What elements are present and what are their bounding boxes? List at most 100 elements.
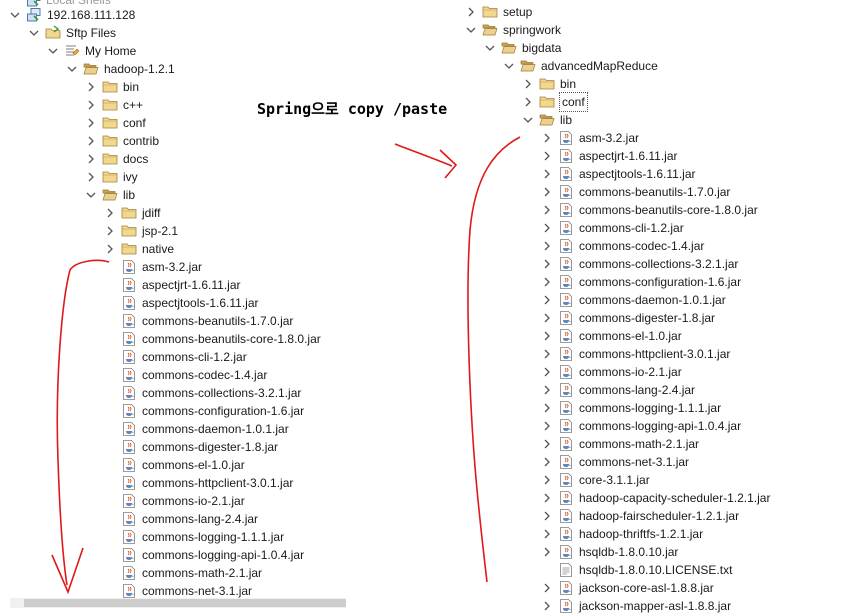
horizontal-scrollbar[interactable]: [10, 598, 346, 608]
chevron-right-icon[interactable]: [540, 255, 554, 273]
tree-item-jar[interactable]: commons-lang-2.4.jar: [463, 381, 854, 399]
tree-item-jar[interactable]: hadoop-fairscheduler-1.2.1.jar: [463, 507, 854, 525]
tree-item-lib[interactable]: lib: [463, 111, 854, 129]
tree-item-jar[interactable]: commons-digester-1.8.jar: [0, 438, 350, 456]
tree-item-jar[interactable]: commons-el-1.0.jar: [0, 456, 350, 474]
chevron-down-icon[interactable]: [46, 42, 60, 60]
tree-item-jar[interactable]: commons-logging-api-1.0.4.jar: [0, 546, 350, 564]
tree-item-folder[interactable]: bin: [0, 78, 350, 96]
tree-item-folder[interactable]: contrib: [0, 132, 350, 150]
chevron-right-icon[interactable]: [540, 381, 554, 399]
tree-item-jar[interactable]: hsqldb-1.8.0.10.jar: [463, 543, 854, 561]
tree-item-folder[interactable]: docs: [0, 150, 350, 168]
chevron-right-icon[interactable]: [540, 129, 554, 147]
tree-item-jar[interactable]: commons-beanutils-core-1.8.0.jar: [0, 330, 350, 348]
chevron-right-icon[interactable]: [540, 489, 554, 507]
chevron-right-icon[interactable]: [540, 201, 554, 219]
chevron-down-icon[interactable]: [502, 57, 516, 75]
chevron-right-icon[interactable]: [540, 453, 554, 471]
chevron-right-icon[interactable]: [540, 165, 554, 183]
tree-item-jar[interactable]: hadoop-thriftfs-1.2.1.jar: [463, 525, 854, 543]
tree-item-host[interactable]: 192.168.111.128: [0, 6, 350, 24]
chevron-right-icon[interactable]: [103, 204, 117, 222]
tree-item-conf[interactable]: conf: [463, 92, 854, 112]
tree-item-jar[interactable]: core-3.1.1.jar: [463, 471, 854, 489]
chevron-down-icon[interactable]: [8, 6, 22, 24]
tree-item-jar[interactable]: commons-configuration-1.6.jar: [0, 402, 350, 420]
tree-item-jar[interactable]: commons-httpclient-3.0.1.jar: [0, 474, 350, 492]
scrollbar-thumb[interactable]: [24, 599, 346, 607]
tree-item-setup[interactable]: setup: [463, 3, 854, 21]
chevron-right-icon[interactable]: [540, 147, 554, 165]
tree-item-hadoop[interactable]: hadoop-1.2.1: [0, 60, 350, 78]
tree-item-jar[interactable]: commons-codec-1.4.jar: [463, 237, 854, 255]
chevron-right-icon[interactable]: [540, 525, 554, 543]
chevron-down-icon[interactable]: [65, 60, 79, 78]
chevron-right-icon[interactable]: [540, 435, 554, 453]
chevron-right-icon[interactable]: [540, 183, 554, 201]
tree-item-jar[interactable]: commons-logging-1.1.1.jar: [463, 399, 854, 417]
tree-item-my-home[interactable]: My Home: [0, 42, 350, 60]
tree-item-jar[interactable]: aspectjtools-1.6.11.jar: [0, 294, 350, 312]
chevron-down-icon[interactable]: [27, 24, 41, 42]
tree-item-jar[interactable]: hadoop-capacity-scheduler-1.2.1.jar: [463, 489, 854, 507]
tree-item-jar[interactable]: commons-math-2.1.jar: [463, 435, 854, 453]
tree-item-jar[interactable]: aspectjrt-1.6.11.jar: [0, 276, 350, 294]
tree-item-jar[interactable]: commons-digester-1.8.jar: [463, 309, 854, 327]
tree-item-jar[interactable]: commons-beanutils-1.7.0.jar: [0, 312, 350, 330]
tree-item-jar[interactable]: commons-collections-3.2.1.jar: [0, 384, 350, 402]
chevron-right-icon[interactable]: [84, 168, 98, 186]
chevron-right-icon[interactable]: [540, 309, 554, 327]
chevron-right-icon[interactable]: [540, 219, 554, 237]
chevron-down-icon[interactable]: [464, 21, 478, 39]
tree-item-jar[interactable]: commons-io-2.1.jar: [0, 492, 350, 510]
chevron-right-icon[interactable]: [84, 114, 98, 132]
tree-item-jar[interactable]: commons-beanutils-1.7.0.jar: [463, 183, 854, 201]
chevron-right-icon[interactable]: [540, 507, 554, 525]
tree-item-folder[interactable]: ivy: [0, 168, 350, 186]
chevron-right-icon[interactable]: [464, 3, 478, 21]
tree-item-sftp-files[interactable]: Sftp Files: [0, 24, 350, 42]
tree-item-jar[interactable]: commons-lang-2.4.jar: [0, 510, 350, 528]
tree-item-subfolder[interactable]: native: [0, 240, 350, 258]
tree-item-jar[interactable]: aspectjtools-1.6.11.jar: [463, 165, 854, 183]
tree-item-jar[interactable]: asm-3.2.jar: [463, 129, 854, 147]
tree-item-jar[interactable]: commons-io-2.1.jar: [463, 363, 854, 381]
tree-item-jar[interactable]: commons-daemon-1.0.1.jar: [463, 291, 854, 309]
chevron-right-icon[interactable]: [540, 471, 554, 489]
tree-item-jar[interactable]: commons-codec-1.4.jar: [0, 366, 350, 384]
tree-item-jar[interactable]: jackson-mapper-asl-1.8.8.jar: [463, 597, 854, 615]
chevron-right-icon[interactable]: [521, 75, 535, 93]
tree-item-jar[interactable]: commons-cli-1.2.jar: [463, 219, 854, 237]
chevron-down-icon[interactable]: [84, 186, 98, 204]
chevron-down-icon[interactable]: [483, 39, 497, 57]
tree-item-jar[interactable]: commons-beanutils-core-1.8.0.jar: [463, 201, 854, 219]
tree-item-jar[interactable]: commons-net-3.1.jar: [463, 453, 854, 471]
tree-item-jar[interactable]: commons-configuration-1.6.jar: [463, 273, 854, 291]
chevron-right-icon[interactable]: [540, 363, 554, 381]
tree-item-subfolder[interactable]: jdiff: [0, 204, 350, 222]
tree-item-advanced[interactable]: advancedMapReduce: [463, 57, 854, 75]
tree-item-jar[interactable]: commons-logging-1.1.1.jar: [0, 528, 350, 546]
chevron-right-icon[interactable]: [540, 597, 554, 615]
chevron-right-icon[interactable]: [540, 543, 554, 561]
tree-item-bigdata[interactable]: bigdata: [463, 39, 854, 57]
tree-item-lib[interactable]: lib: [0, 186, 350, 204]
chevron-right-icon[interactable]: [103, 240, 117, 258]
chevron-right-icon[interactable]: [540, 399, 554, 417]
tree-item-subfolder[interactable]: jsp-2.1: [0, 222, 350, 240]
tree-item-jar[interactable]: commons-collections-3.2.1.jar: [463, 255, 854, 273]
chevron-right-icon[interactable]: [540, 273, 554, 291]
tree-item-txt[interactable]: hsqldb-1.8.0.10.LICENSE.txt: [463, 561, 854, 579]
chevron-right-icon[interactable]: [540, 345, 554, 363]
chevron-right-icon[interactable]: [84, 78, 98, 96]
tree-item-jar[interactable]: commons-math-2.1.jar: [0, 564, 350, 582]
chevron-right-icon[interactable]: [103, 222, 117, 240]
tree-item-jar[interactable]: aspectjrt-1.6.11.jar: [463, 147, 854, 165]
chevron-right-icon[interactable]: [84, 150, 98, 168]
chevron-right-icon[interactable]: [540, 327, 554, 345]
chevron-right-icon[interactable]: [540, 237, 554, 255]
chevron-right-icon[interactable]: [540, 291, 554, 309]
tree-item-jar[interactable]: commons-el-1.0.jar: [463, 327, 854, 345]
chevron-right-icon[interactable]: [521, 93, 535, 111]
